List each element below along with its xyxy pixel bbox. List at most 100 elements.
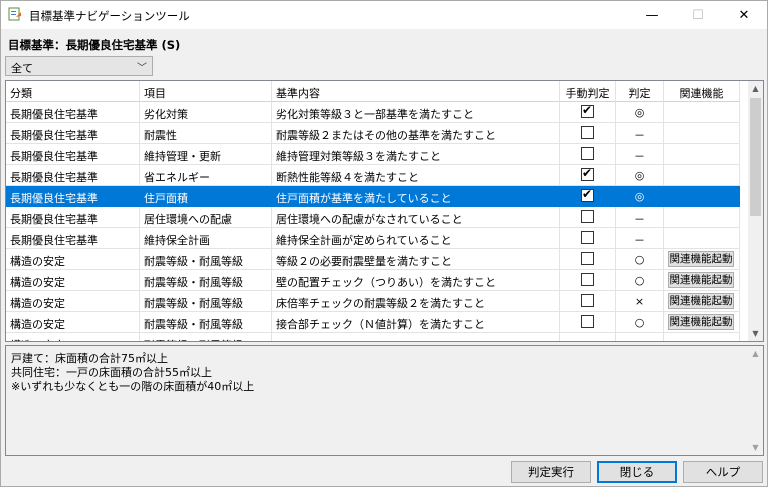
cell-category: 長期優良住宅基準 [6, 228, 140, 249]
header-content[interactable]: 基準内容 [272, 81, 560, 102]
header-related[interactable]: 関連機能 [664, 81, 740, 102]
cell-category: 構造の安定 [6, 249, 140, 270]
cell-manual [560, 333, 616, 341]
cell-item: 居住環境への配慮 [140, 207, 272, 228]
launch-related-button[interactable]: 関連機能起動 [668, 293, 734, 309]
cell-result: ○ [616, 312, 664, 333]
cell-content: 壁の配置チェック（つりあい）を満たすこと [272, 270, 560, 291]
cell-item: 劣化対策 [140, 102, 272, 123]
cell-result: ○ [616, 249, 664, 270]
header-manual[interactable]: 手動判定 [560, 81, 616, 102]
window-title: 目標基準ナビゲーションツール [29, 9, 190, 23]
cell-item: 維持管理・更新 [140, 144, 272, 165]
scroll-down-icon[interactable]: ▼ [748, 326, 763, 341]
manual-checkbox[interactable] [581, 103, 594, 118]
title-bar: 目標基準ナビゲーションツール — ☐ ✕ [1, 1, 767, 29]
table-row[interactable]: 長期優良住宅基準省エネルギー断熱性能等級４を満たすこと ◎ [6, 165, 749, 186]
table-row[interactable]: 長期優良住宅基準 維持管理・更新 維持管理対策等級３を満たすこと － [6, 144, 749, 165]
cell-item: 耐震等級・耐風等級 [140, 270, 272, 291]
criteria-grid[interactable]: 分類 項目 基準内容 手動判定 判定 関連機能 長期優良住宅基準 劣化対策 劣化対策… [5, 80, 764, 342]
manual-checkbox[interactable] [581, 210, 594, 223]
cell-content: 居住環境への配慮がなされていること [272, 207, 560, 228]
cell-related [664, 186, 740, 207]
cell-category: 長期優良住宅基準 [6, 144, 140, 165]
cell-content: 断熱性能等級４を満たすこと [272, 165, 560, 186]
cell-related [664, 207, 740, 228]
cell-manual [560, 249, 616, 270]
cell-manual [560, 144, 616, 165]
cell-category: 長期優良住宅基準 [6, 207, 140, 228]
manual-checkbox[interactable] [581, 147, 594, 160]
help-button[interactable]: ヘルプ [683, 461, 763, 483]
cell-item: 維持保全計画 [140, 228, 272, 249]
scroll-thumb[interactable] [750, 98, 761, 216]
manual-checkbox[interactable] [581, 166, 594, 181]
cell-content: 等級２の必要耐震壁量を満たすこと [272, 249, 560, 270]
filter-value: 全て [11, 62, 33, 75]
scroll-down-icon[interactable]: ▼ [748, 440, 763, 455]
maximize-button[interactable]: ☐ [675, 1, 721, 29]
cell-result [616, 333, 664, 341]
table-row[interactable]: 構造の安定 耐震等級・耐風等級 床倍率チェックの耐震等級２を満たすこと × 関連機能起動 [6, 291, 749, 312]
table-row[interactable]: 長期優良住宅基準 居住環境への配慮 居住環境への配慮がなされていること － [6, 207, 749, 228]
launch-related-button[interactable]: 関連機能起動 [668, 272, 734, 288]
cell-result: － [616, 228, 664, 249]
cell-content: 耐震等級２またはその他の基準を満たすこと [272, 123, 560, 144]
cell-manual [560, 270, 616, 291]
cell-manual [560, 228, 616, 249]
cell-result: ○ [616, 270, 664, 291]
header-result[interactable]: 判定 [616, 81, 664, 102]
manual-checkbox[interactable] [581, 126, 594, 139]
table-row[interactable]: 構造の安定 耐震等級・耐風等級 等級２の必要耐震壁量を満たすこと ○ 関連機能起動 [6, 249, 749, 270]
close-button[interactable]: 閉じる [597, 461, 677, 483]
table-row[interactable]: 構造の安定 耐震等級・耐風等級 壁の配置チェック（つりあい）を満たすこと ○ 関連機能起… [6, 270, 749, 291]
manual-checkbox[interactable] [581, 315, 594, 328]
cell-result: ◎ [616, 165, 664, 186]
manual-checkbox[interactable] [581, 252, 594, 265]
cell-result: － [616, 123, 664, 144]
minimize-button[interactable]: — [629, 1, 675, 29]
cell-related: 関連機能起動 [664, 312, 740, 333]
manual-checkbox[interactable] [581, 273, 594, 286]
scroll-up-icon[interactable]: ▲ [748, 81, 763, 96]
table-row[interactable]: 長期優良住宅基準 耐震性 耐震等級２またはその他の基準を満たすこと － [6, 123, 749, 144]
cell-item: 耐震性 [140, 123, 272, 144]
cell-related: 関連機能起動 [664, 249, 740, 270]
cell-content [272, 333, 560, 341]
table-row[interactable]: 構造の安定耐震等級・耐風等級 [6, 333, 749, 341]
cell-content: 床倍率チェックの耐震等級２を満たすこと [272, 291, 560, 312]
table-row[interactable]: 長期優良住宅基準劣化対策劣化対策等級３と一部基準を満たすこと ◎ [6, 102, 749, 123]
grid-scrollbar[interactable]: ▲ ▼ [748, 81, 763, 341]
cell-manual [560, 165, 616, 186]
cell-manual [560, 123, 616, 144]
manual-checkbox[interactable] [581, 294, 594, 307]
header-category[interactable]: 分類 [6, 81, 140, 102]
cell-content: 劣化対策等級３と一部基準を満たすこと [272, 102, 560, 123]
cell-category: 構造の安定 [6, 312, 140, 333]
launch-related-button[interactable]: 関連機能起動 [668, 314, 734, 330]
judge-button[interactable]: 判定実行 [511, 461, 591, 483]
cell-result: － [616, 207, 664, 228]
cell-category: 長期優良住宅基準 [6, 186, 140, 207]
table-row[interactable]: 構造の安定 耐震等級・耐風等級 接合部チェック（Ｎ値計算）を満たすこと ○ 関連機能起動 [6, 312, 749, 333]
notes-box[interactable]: 戸建て：床面積の合計75㎡以上 共同住宅：一戸の床面積の合計55㎡以上 ※いずれ… [5, 345, 764, 456]
manual-checkbox[interactable] [581, 231, 594, 244]
cell-category: 長期優良住宅基準 [6, 102, 140, 123]
cell-related [664, 123, 740, 144]
cell-item: 耐震等級・耐風等級 [140, 249, 272, 270]
launch-related-button[interactable]: 関連機能起動 [668, 251, 734, 267]
table-row[interactable]: 長期優良住宅基準 維持保全計画 維持保全計画が定められていること － [6, 228, 749, 249]
notes-scrollbar[interactable]: ▲ ▼ [748, 346, 763, 455]
manual-checkbox[interactable] [581, 187, 594, 202]
header-item[interactable]: 項目 [140, 81, 272, 102]
cell-related [664, 165, 740, 186]
scroll-up-icon[interactable]: ▲ [748, 346, 763, 361]
table-row[interactable]: 長期優良住宅基準住戸面積住戸面積が基準を満たしていること ◎ [6, 186, 749, 207]
target-standard-label: 目標基準：長期優良住宅基準 (S) [8, 38, 181, 52]
cell-item: 耐震等級・耐風等級 [140, 333, 272, 341]
cell-category: 構造の安定 [6, 270, 140, 291]
close-window-button[interactable]: ✕ [721, 1, 767, 29]
cell-related [664, 144, 740, 165]
filter-dropdown[interactable]: 全て ﹀ [5, 56, 153, 76]
cell-category: 構造の安定 [6, 291, 140, 312]
